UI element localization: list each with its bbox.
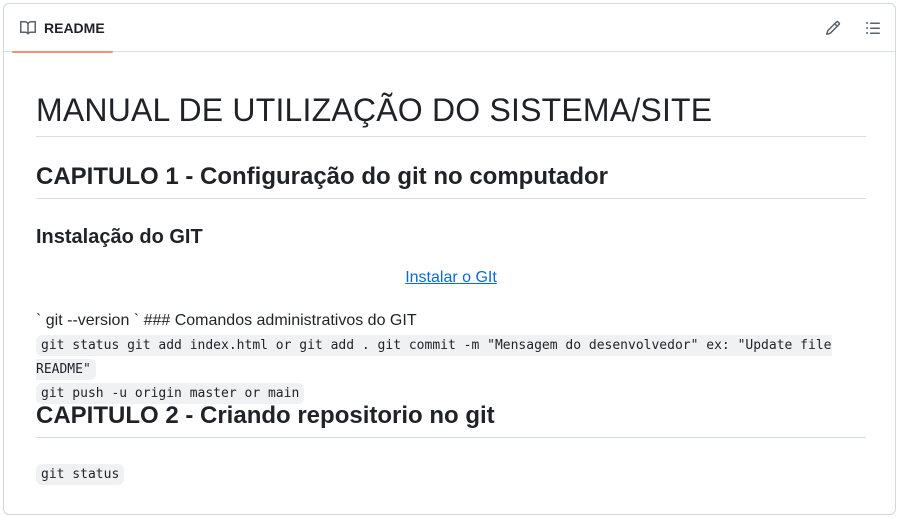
- install-git-link[interactable]: Instalar o GIt: [405, 269, 497, 286]
- readme-box: README MANUAL DE UTILIZAÇÃO DO SISTEMA/S…: [3, 3, 896, 515]
- outline-button[interactable]: [861, 16, 885, 40]
- edit-button[interactable]: [821, 16, 845, 40]
- install-heading: Instalação do GIT: [36, 226, 203, 248]
- git-status-code-row: git status: [36, 464, 125, 485]
- code-line-1: git status git add index.html or git add…: [36, 335, 832, 380]
- pencil-icon: [825, 20, 841, 36]
- chapter-1-heading: CAPITULO 1 - Configuração do git no comp…: [36, 161, 866, 199]
- readme-header: README: [4, 4, 895, 53]
- tab-readme-label: README: [44, 20, 105, 36]
- git-status-code: git status: [36, 464, 125, 485]
- list-icon: [865, 20, 881, 36]
- version-paragraph: ` git --version ` ### Comandos administr…: [36, 312, 417, 329]
- active-tab-indicator: [12, 51, 113, 53]
- readme-title: MANUAL DE UTILIZAÇÃO DO SISTEMA/SITE: [36, 90, 866, 137]
- chapter-2-heading: CAPITULO 2 - Criando repositorio no git: [36, 400, 866, 438]
- git-commands-code: git status git add index.html or git add…: [36, 333, 866, 405]
- install-link-row: Instalar o GIt: [36, 269, 866, 287]
- tab-readme[interactable]: README: [12, 4, 113, 53]
- book-icon: [20, 20, 36, 36]
